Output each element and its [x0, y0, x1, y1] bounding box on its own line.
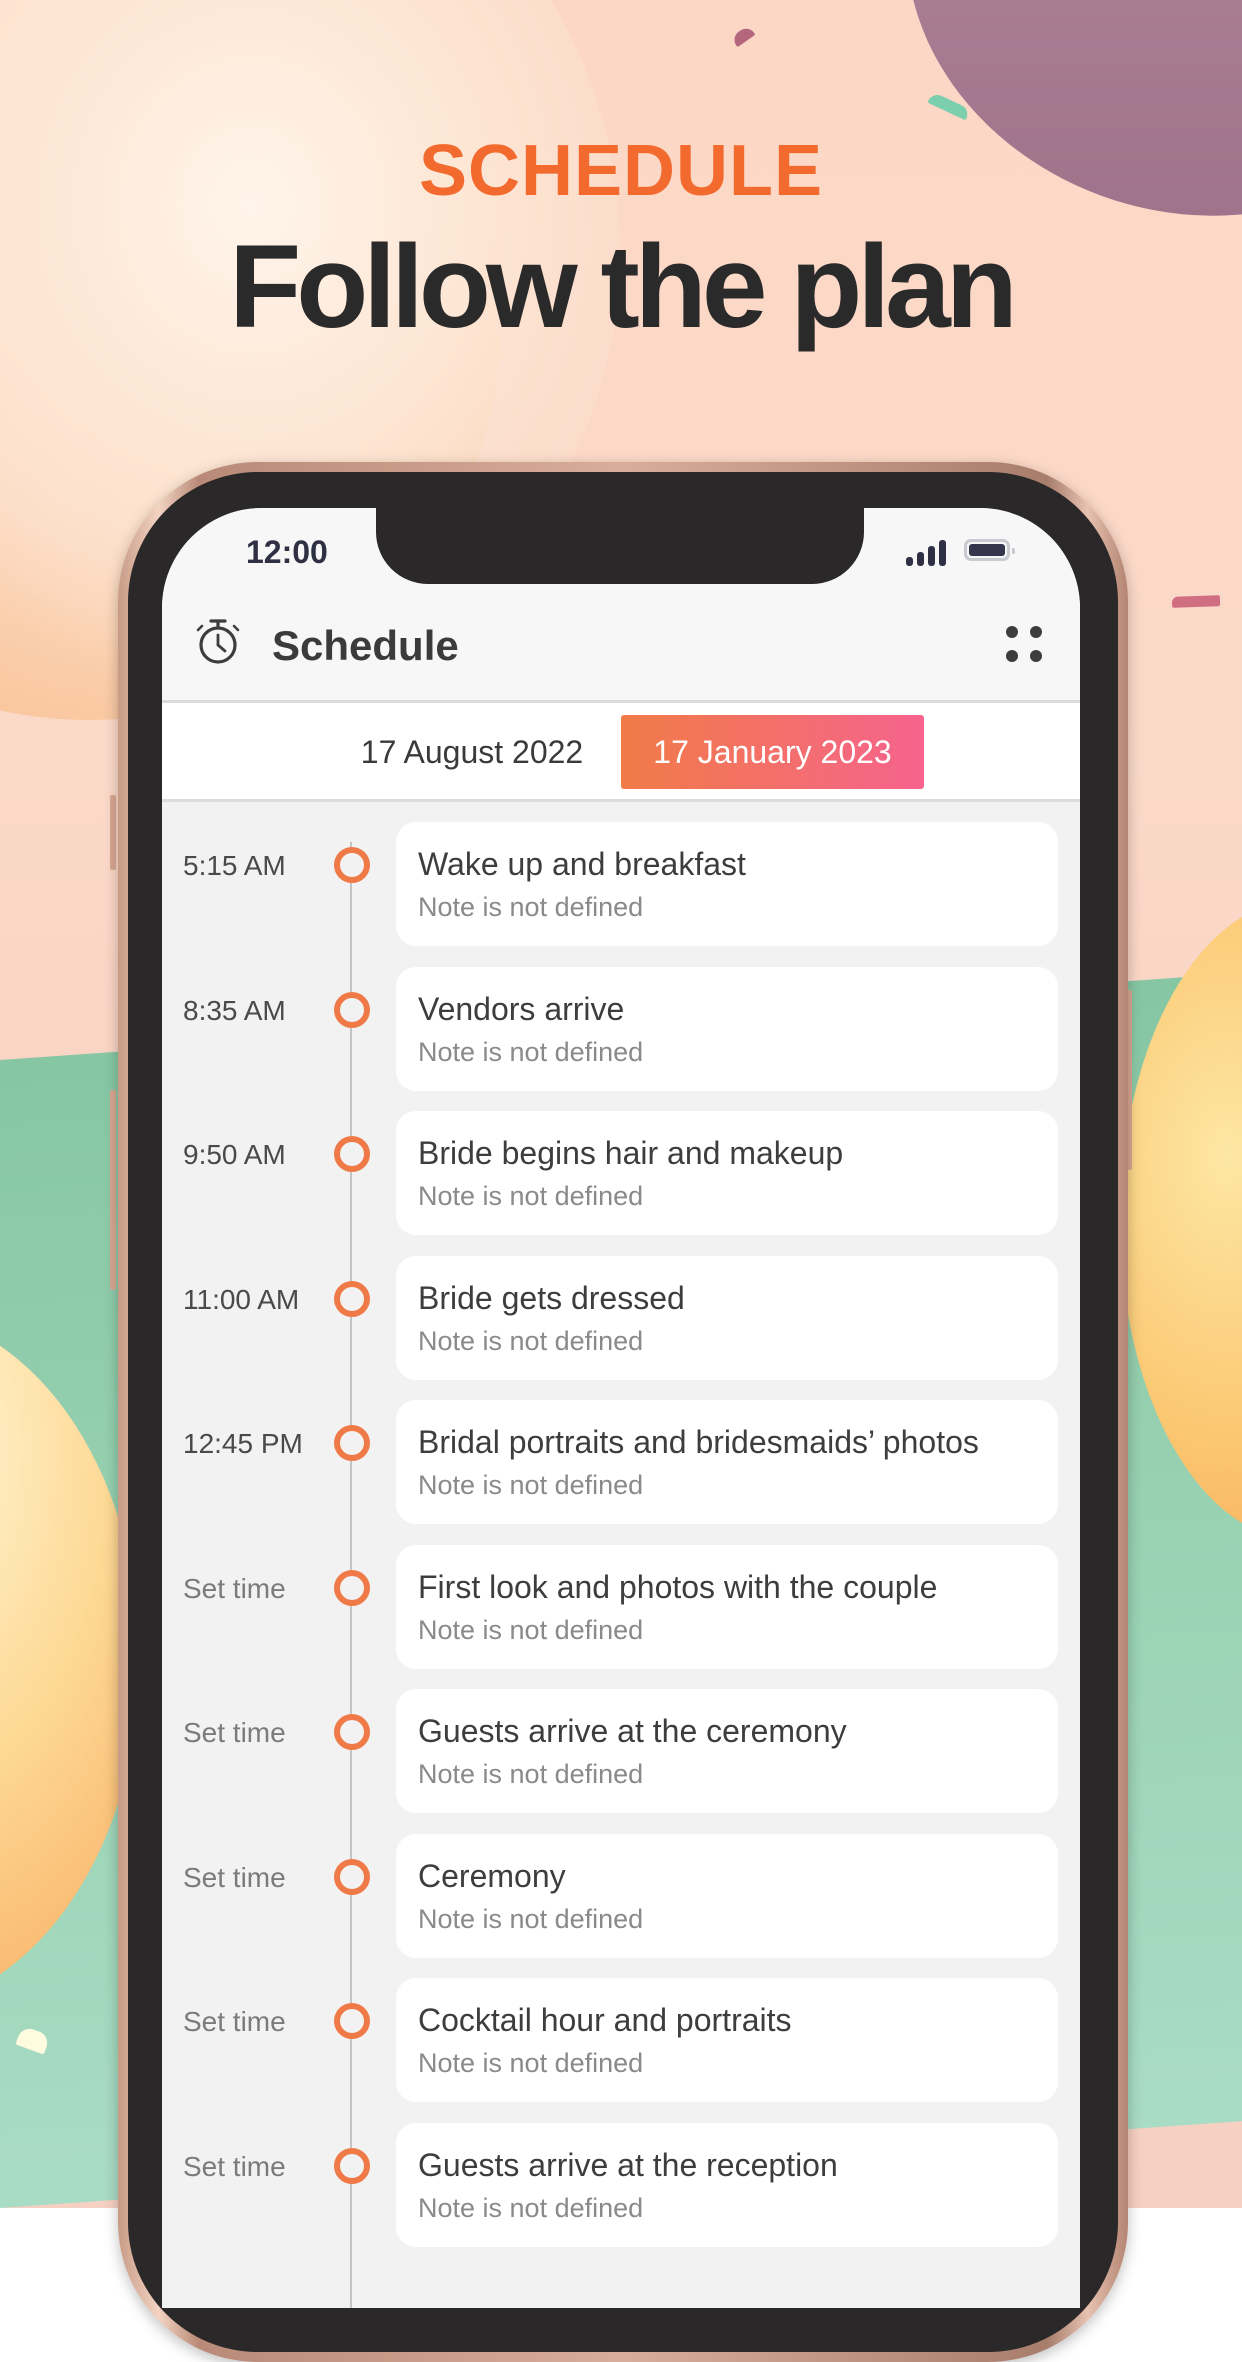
app-title: Schedule	[272, 622, 459, 669]
stopwatch-icon[interactable]	[192, 616, 244, 668]
schedule-card[interactable]: Vendors arrive Note is not defined	[396, 966, 1058, 1091]
grid-menu-icon[interactable]	[1006, 626, 1046, 666]
hero-kicker: SCHEDULE	[418, 131, 824, 211]
card-title: Bride gets dressed	[418, 1279, 685, 1316]
phone-side-button	[110, 795, 116, 870]
timeline-dot-icon	[334, 1136, 370, 1172]
card-note: Note is not defined	[418, 2192, 644, 2223]
row-time[interactable]: Set time	[183, 2151, 286, 2183]
row-time[interactable]: 12:45 PM	[183, 1428, 303, 1460]
schedule-card[interactable]: Guests arrive at the reception Note is no…	[396, 2122, 1058, 2247]
card-title: Wake up and breakfast	[418, 846, 746, 882]
schedule-card[interactable]: Cocktail hour and portraits Note is not d…	[396, 1978, 1058, 2102]
timeline-dot-icon	[334, 1569, 370, 1606]
card-note: Note is not defined	[418, 1036, 644, 1067]
status-time: 12:00	[246, 534, 328, 570]
schedule-row: Set time Cocktail hour and portraits Note …	[162, 1978, 1080, 2102]
schedule-row: Set time Ceremony Note is not defined	[162, 1833, 1080, 1958]
row-time[interactable]: Set time	[183, 2006, 286, 2038]
card-note: Note is not defined	[418, 1903, 644, 1934]
row-time[interactable]: Set time	[183, 1573, 286, 1605]
schedule-row: 9:50 AM Bride begins hair and makeup Note …	[162, 1111, 1080, 1235]
card-title: Vendors arrive	[418, 990, 625, 1027]
status-bar: 12:00	[162, 508, 1080, 587]
signal-icon	[906, 540, 948, 566]
schedule-timeline: 5:15 AM Wake up and breakfast Note is not …	[162, 802, 1080, 2308]
schedule-card[interactable]: Bridal portraits and bridesmaids’ photos…	[396, 1400, 1058, 1524]
date-tabs: 17 August 2022 17 January 2023	[162, 703, 1080, 802]
timeline-dot-icon	[334, 847, 370, 883]
card-title: Bridal portraits and bridesmaids’ photos	[418, 1424, 979, 1460]
timeline-dot-icon	[334, 1858, 370, 1895]
date-tab[interactable]: 17 August 2022	[322, 715, 622, 789]
timeline-dot-icon	[334, 2003, 370, 2039]
phone-side-button	[110, 1090, 116, 1290]
schedule-row: Set time Guests arrive at the ceremony Not…	[162, 1689, 1080, 1813]
card-note: Note is not defined	[418, 1325, 644, 1356]
card-title: Guests arrive at the reception	[418, 2146, 838, 2183]
app-header: Schedule	[162, 586, 1080, 703]
date-tab-active[interactable]: 17 January 2023	[621, 715, 924, 789]
hero-title: Follow the plan	[229, 221, 1018, 353]
schedule-row: 8:35 AM Vendors arrive Note is not defined	[162, 966, 1080, 1091]
schedule-row: 12:45 PM Bridal portraits and bridesmaids…	[162, 1400, 1080, 1524]
card-note: Note is not defined	[418, 1614, 644, 1645]
schedule-row: Set time Guests arrive at the reception No…	[162, 2122, 1080, 2247]
schedule-card[interactable]: Bride gets dressed Note is not defined	[396, 1255, 1058, 1380]
confetti-decoration	[1171, 595, 1221, 608]
card-title: Guests arrive at the ceremony	[418, 1713, 847, 1749]
card-note: Note is not defined	[418, 1181, 644, 1211]
schedule-card[interactable]: Ceremony Note is not defined	[396, 1833, 1058, 1958]
confetti-decoration	[730, 24, 756, 48]
card-title: Ceremony	[418, 1857, 566, 1894]
row-time[interactable]: Set time	[183, 1862, 286, 1894]
card-note: Note is not defined	[418, 1759, 644, 1789]
card-note: Note is not defined	[418, 2048, 644, 2078]
card-title: Bride begins hair and makeup	[418, 1135, 844, 1171]
schedule-card[interactable]: Bride begins hair and makeup Note is not …	[396, 1111, 1058, 1235]
schedule-card[interactable]: First look and photos with the couple Not…	[396, 1544, 1058, 1669]
timeline-dot-icon	[334, 1425, 370, 1461]
phone-notch	[376, 508, 864, 584]
timeline-dot-icon	[334, 2147, 370, 2184]
phone-screen: 12:00 Schedule 17 August 2022 17 January…	[162, 508, 1080, 2308]
timeline-dot-icon	[334, 991, 370, 1028]
card-note: Note is not defined	[418, 1470, 644, 1500]
schedule-row: 5:15 AM Wake up and breakfast Note is not …	[162, 822, 1080, 946]
card-title: First look and photos with the couple	[418, 1568, 938, 1605]
schedule-card[interactable]: Guests arrive at the ceremony Note is not…	[396, 1689, 1058, 1813]
schedule-row: Set time First look and photos with the c…	[162, 1544, 1080, 1669]
card-title: Cocktail hour and portraits	[418, 2002, 792, 2038]
row-time[interactable]: 8:35 AM	[183, 995, 286, 1027]
row-time[interactable]: 5:15 AM	[183, 850, 286, 882]
row-time[interactable]: Set time	[183, 1717, 286, 1749]
row-time[interactable]: 9:50 AM	[183, 1139, 286, 1171]
timeline-dot-icon	[334, 1714, 370, 1750]
schedule-card[interactable]: Wake up and breakfast Note is not defined	[396, 822, 1058, 946]
card-note: Note is not defined	[418, 892, 644, 922]
timeline-dot-icon	[334, 1280, 370, 1317]
battery-icon	[964, 539, 1015, 561]
row-time[interactable]: 11:00 AM	[183, 1284, 299, 1316]
schedule-row: 11:00 AM Bride gets dressed Note is not de…	[162, 1255, 1080, 1380]
